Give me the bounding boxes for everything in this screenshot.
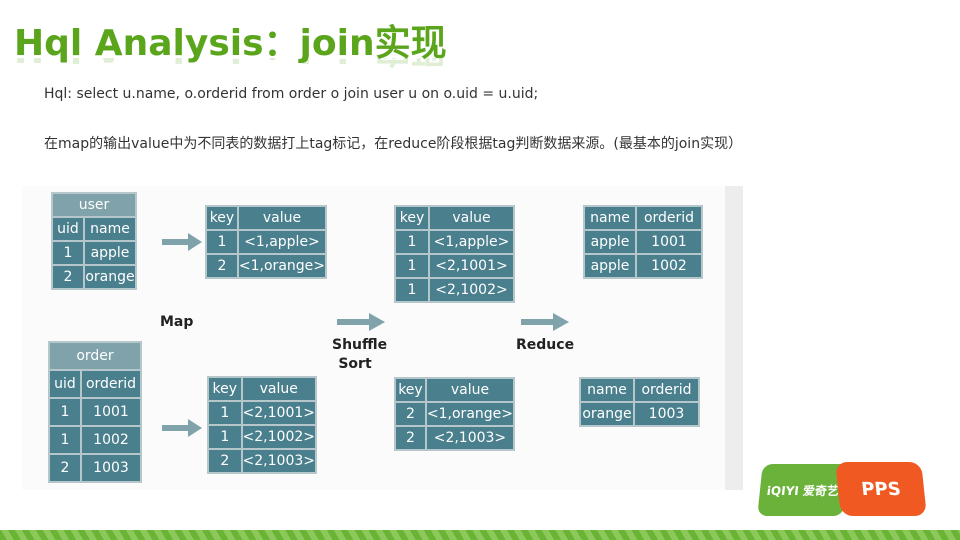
table-cell: 1003 — [633, 401, 700, 427]
table-cell: 1 — [394, 253, 430, 279]
table-cell: 2 — [394, 401, 427, 427]
table-header-cell: key — [394, 205, 430, 231]
table-header-cell: value — [236, 205, 328, 231]
shuffle-label: Shuffle — [332, 337, 388, 353]
table-cell: <2,1001> — [240, 400, 318, 426]
user-table: user uid name 1 apple 2 orange — [51, 192, 137, 290]
table-row: 1 <2,1001> — [207, 400, 318, 426]
table-cell: <2,1002> — [240, 424, 318, 450]
table-cell: 2 — [48, 453, 82, 483]
table-cell: <2,1003> — [240, 448, 318, 474]
table-cell: 1 — [48, 397, 82, 427]
table-cell: 1002 — [635, 253, 703, 279]
table-cell: 2 — [394, 425, 427, 451]
table-row: 2 orange — [51, 264, 137, 290]
table-cell: 1002 — [80, 425, 142, 455]
map-label: Map — [160, 314, 194, 330]
reduce-result-1-table: name orderid apple 1001 apple 1002 — [583, 205, 703, 279]
reduce-result-2-table: name orderid orange 1003 — [579, 377, 700, 427]
table-cell: <2,1003> — [424, 425, 516, 451]
table-cell: 1 — [205, 229, 239, 255]
table-caption: user — [51, 192, 137, 218]
description-text: 在map的输出value中为不同表的数据打上tag标记，在reduce阶段根据t… — [44, 136, 743, 152]
table-header-cell: key — [205, 205, 239, 231]
table-caption: order — [48, 341, 142, 371]
table-cell: 2 — [51, 264, 85, 290]
table-header-cell: name — [83, 216, 137, 242]
arrow-right-icon — [162, 419, 202, 437]
order-table: order uid orderid 1 1001 1 1002 2 1003 — [48, 341, 142, 483]
table-cell: apple — [583, 253, 637, 279]
table-row: 2 <1,orange> — [394, 401, 516, 427]
reduce-label: Reduce — [516, 337, 575, 353]
table-row: 1 1001 — [48, 397, 142, 427]
table-cell: 1001 — [635, 229, 703, 255]
table-cell: orange — [83, 264, 137, 290]
table-cell: 1 — [51, 240, 85, 266]
table-cell: 2 — [205, 253, 239, 279]
table-row: 1 <2,1002> — [394, 277, 515, 303]
decorative-footer-band — [0, 530, 960, 540]
arrow-right-icon — [337, 313, 385, 331]
table-row: 2 <2,1003> — [207, 448, 318, 474]
table-cell: <2,1002> — [428, 277, 515, 303]
table-cell: 1 — [394, 229, 430, 255]
table-cell: <1,orange> — [424, 401, 516, 427]
table-cell: 1003 — [80, 453, 142, 483]
table-header-cell: uid — [51, 216, 85, 242]
table-header-cell: key — [207, 376, 243, 402]
table-header-cell: orderid — [635, 205, 703, 231]
table-row: 1 <1,apple> — [394, 229, 515, 255]
table-row: 1 <1,apple> — [205, 229, 328, 255]
hql-statement: Hql: select u.name, o.orderid from order… — [44, 86, 539, 102]
table-header-cell: orderid — [633, 377, 700, 403]
table-cell: 1 — [48, 425, 82, 455]
table-row: 1 <2,1002> — [207, 424, 318, 450]
table-row: 1 apple — [51, 240, 137, 266]
table-cell: 1 — [394, 277, 430, 303]
shuffle-key1-table: key value 1 <1,apple> 1 <2,1001> 1 <2,10… — [394, 205, 515, 303]
table-cell: <1,orange> — [236, 253, 328, 279]
iqiyi-logo: iQIYI 爱奇艺 — [757, 464, 849, 516]
shuffle-key2-table: key value 2 <1,orange> 2 <2,1003> — [394, 377, 516, 451]
table-header-cell: orderid — [80, 369, 142, 399]
arrow-right-icon — [521, 313, 569, 331]
table-row: 2 <2,1003> — [394, 425, 516, 451]
table-header-cell: key — [394, 377, 427, 403]
table-row: 1 1002 — [48, 425, 142, 455]
table-cell: 1 — [207, 424, 243, 450]
table-header-cell: name — [579, 377, 635, 403]
table-cell: <1,apple> — [428, 229, 515, 255]
table-cell: apple — [583, 229, 637, 255]
diagram-panel-edge — [725, 186, 743, 490]
arrow-right-icon — [162, 233, 202, 251]
table-row: 2 <1,orange> — [205, 253, 328, 279]
table-header-cell: value — [424, 377, 516, 403]
table-cell: apple — [83, 240, 137, 266]
pps-logo: PPS — [835, 462, 927, 516]
table-row: orange 1003 — [579, 401, 700, 427]
page-title-reflection: Hql Analysis：join实现 — [14, 58, 447, 78]
table-row: 2 1003 — [48, 453, 142, 483]
table-row: 1 <2,1001> — [394, 253, 515, 279]
map-output-order-table: key value 1 <2,1001> 1 <2,1002> 2 <2,100… — [207, 376, 318, 474]
table-cell: 1001 — [80, 397, 142, 427]
table-row: apple 1001 — [583, 229, 703, 255]
sort-label: Sort — [338, 356, 372, 372]
table-header-cell: uid — [48, 369, 82, 399]
table-row: apple 1002 — [583, 253, 703, 279]
table-header-cell: name — [583, 205, 637, 231]
table-cell: 1 — [207, 400, 243, 426]
table-cell: <1,apple> — [236, 229, 328, 255]
table-header-cell: value — [428, 205, 515, 231]
table-cell: orange — [579, 401, 635, 427]
table-header-cell: value — [240, 376, 318, 402]
table-cell: 2 — [207, 448, 243, 474]
table-cell: <2,1001> — [428, 253, 515, 279]
map-output-user-table: key value 1 <1,apple> 2 <1,orange> — [205, 205, 328, 279]
